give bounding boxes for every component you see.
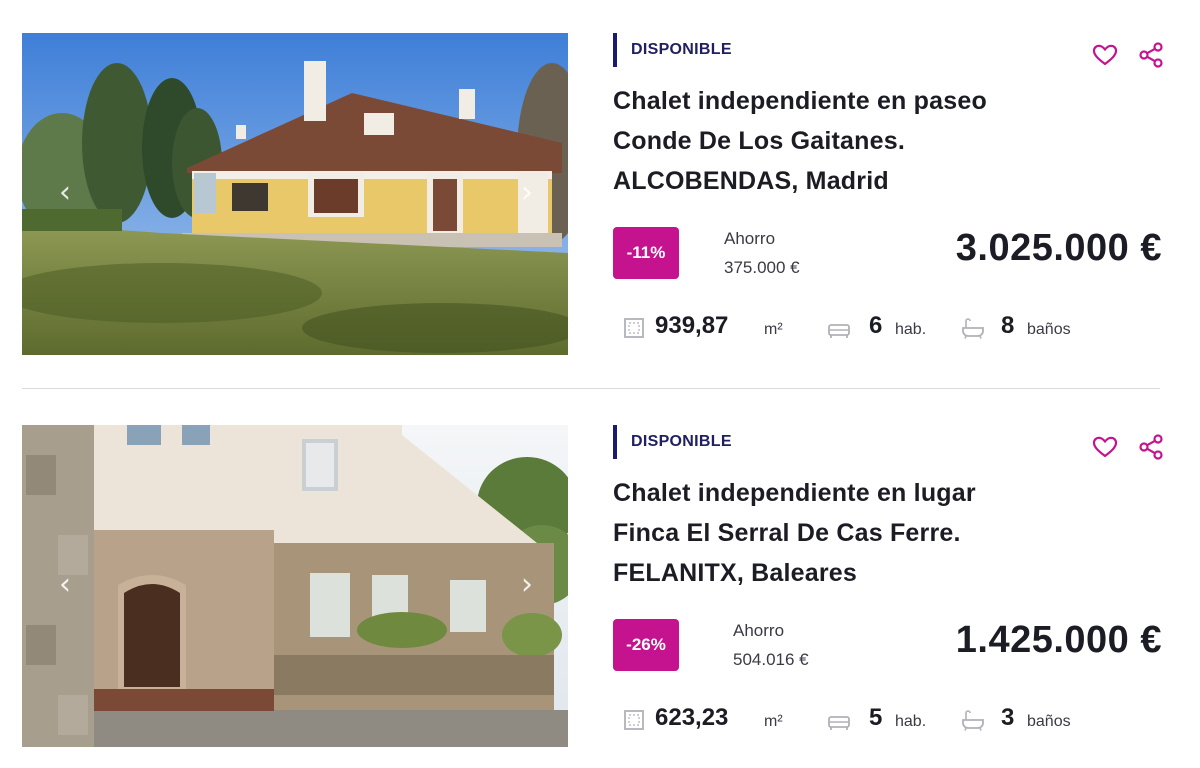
share-icon[interactable] <box>1137 41 1165 69</box>
listing-divider <box>22 388 1160 389</box>
status-badge: DISPONIBLE <box>613 425 732 459</box>
floor-plan-icon <box>624 710 644 730</box>
floor-plan-icon <box>624 318 644 338</box>
title-line: Chalet independiente en lugar <box>613 479 976 507</box>
discount-badge: -11% <box>613 227 679 279</box>
rooms-unit: hab. <box>895 713 927 730</box>
rooms-unit: hab. <box>895 321 927 338</box>
house-photo-image <box>22 425 568 747</box>
bathtub-icon <box>962 710 984 731</box>
rooms-value: 5 <box>869 704 883 731</box>
chevron-left-icon[interactable]: ‹ <box>54 570 76 600</box>
listing-card[interactable]: ‹ › DISPONIBLE Chalet independiente en p… <box>22 33 1165 363</box>
rooms-value: 6 <box>869 312 883 339</box>
savings-label: Ahorro <box>724 229 776 248</box>
savings-value: 504.016 € <box>733 650 809 669</box>
area-value: 939,87 <box>655 312 729 339</box>
baths-unit: baños <box>1027 713 1071 730</box>
house-photo-image <box>22 33 568 355</box>
listing-photo[interactable]: ‹ › <box>22 33 568 355</box>
price: 3.025.000 € <box>955 227 1162 269</box>
heart-outline-icon[interactable] <box>1091 41 1119 69</box>
title-line: Chalet independiente en paseo <box>613 87 987 115</box>
savings-label: Ahorro <box>733 621 785 640</box>
listing-info: DISPONIBLE Chalet independiente en paseo… <box>613 33 1165 363</box>
share-icon[interactable] <box>1137 433 1165 461</box>
price: 1.425.000 € <box>955 619 1162 661</box>
status-badge: DISPONIBLE <box>613 33 732 67</box>
title-line: Conde De Los Gaitanes. <box>613 127 905 155</box>
chevron-right-icon[interactable]: › <box>516 570 538 600</box>
area-unit: m² <box>764 713 783 730</box>
savings-value: 375.000 € <box>724 258 800 277</box>
baths-value: 3 <box>1001 704 1015 731</box>
title-line: ALCOBENDAS, Madrid <box>613 167 889 195</box>
chevron-left-icon[interactable]: ‹ <box>54 178 76 208</box>
baths-unit: baños <box>1027 321 1071 338</box>
bed-icon <box>828 324 850 338</box>
listing-card[interactable]: ‹ › DISPONIBLE Chalet independiente en l… <box>22 425 1165 755</box>
listing-title[interactable]: Chalet independiente en lugar Finca El S… <box>613 473 1133 593</box>
area-unit: m² <box>764 321 783 338</box>
title-line: FELANITX, Baleares <box>613 559 857 587</box>
listing-photo[interactable]: ‹ › <box>22 425 568 747</box>
baths-value: 8 <box>1001 312 1015 339</box>
area-value: 623,23 <box>655 704 729 731</box>
discount-badge: -26% <box>613 619 679 671</box>
bathtub-icon <box>962 318 984 339</box>
heart-outline-icon[interactable] <box>1091 433 1119 461</box>
title-line: Finca El Serral De Cas Ferre. <box>613 519 961 547</box>
listing-title[interactable]: Chalet independiente en paseo Conde De L… <box>613 81 1133 201</box>
bed-icon <box>828 716 850 730</box>
chevron-right-icon[interactable]: › <box>516 178 538 208</box>
listing-info: DISPONIBLE Chalet independiente en lugar… <box>613 425 1165 755</box>
